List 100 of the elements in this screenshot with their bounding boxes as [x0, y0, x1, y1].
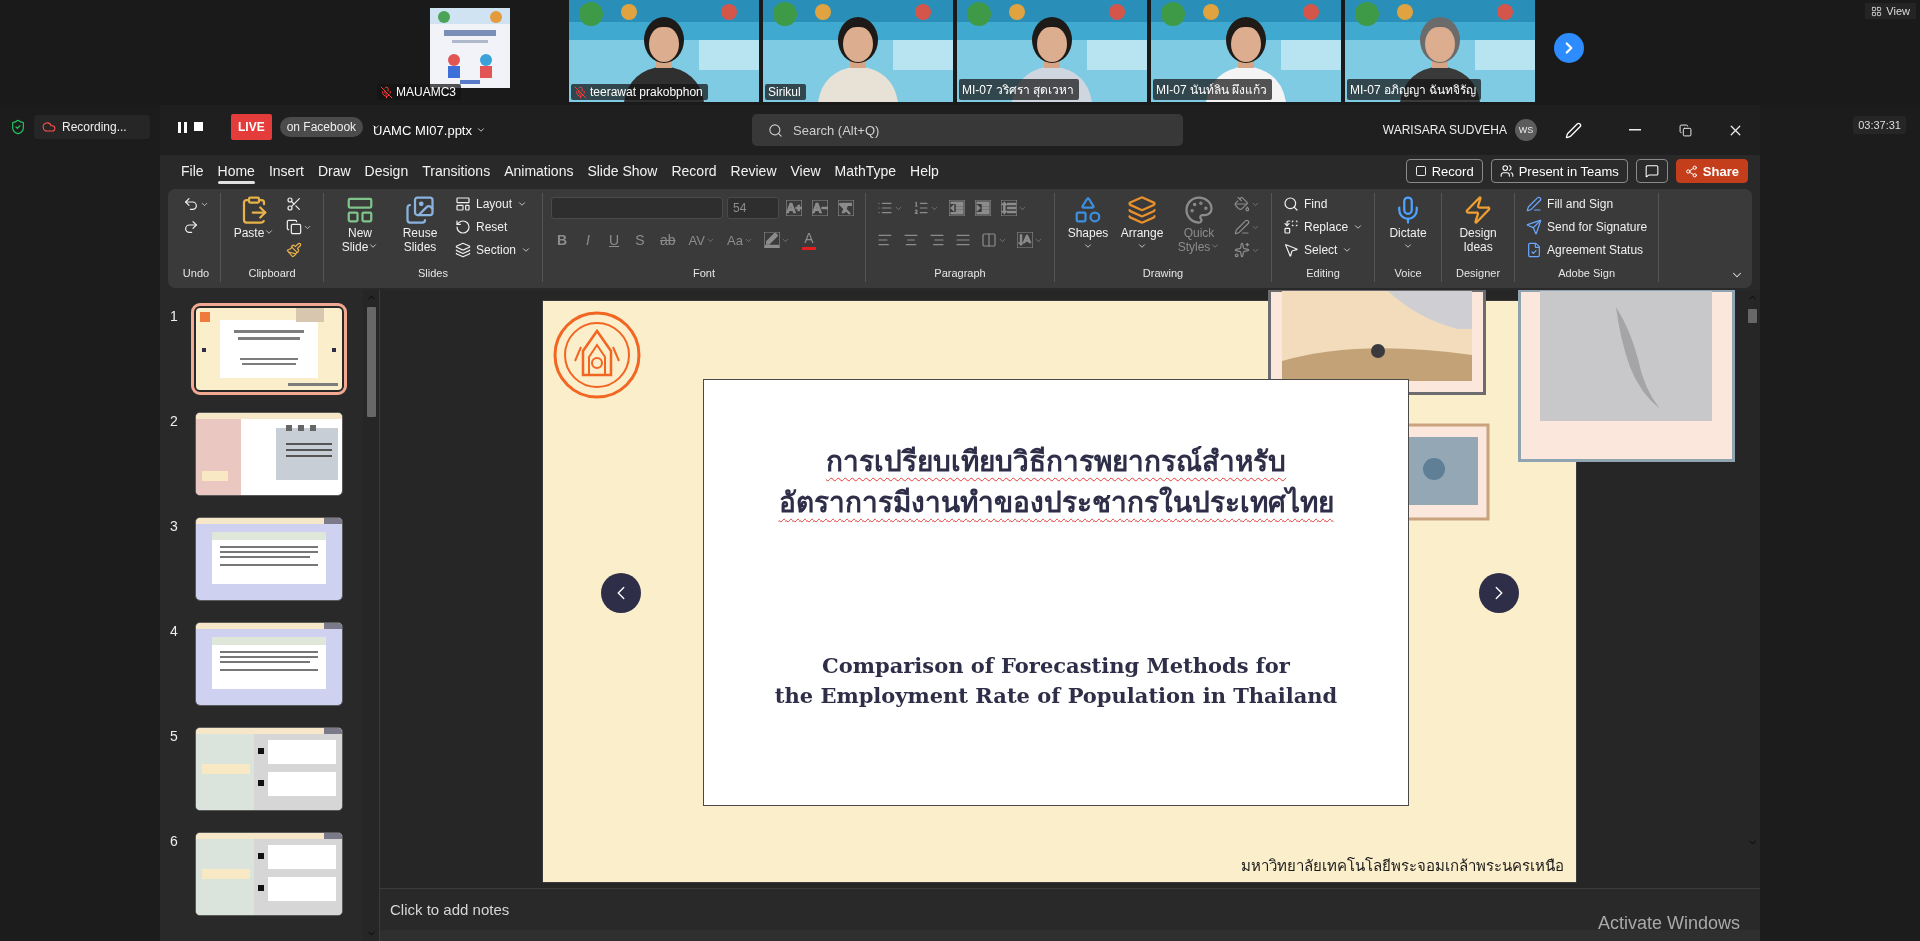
slide-thumbnail[interactable] — [196, 728, 342, 810]
text-direction-icon — [1017, 232, 1034, 248]
align-center-icon — [903, 232, 920, 248]
menu-tab[interactable]: File — [174, 157, 211, 185]
menu-tab[interactable]: Insert — [261, 157, 311, 185]
ribbon-button[interactable]: Fill and Sign — [1523, 193, 1651, 215]
record-button[interactable]: Record — [1405, 159, 1483, 183]
ribbon-button[interactable]: Dictate — [1383, 193, 1434, 257]
search-bar[interactable]: Search (Alt+Q) — [752, 114, 1183, 146]
participant-name: MAUAMC3 — [396, 85, 456, 99]
group-label: Undo — [181, 266, 211, 281]
align-right-icon — [929, 232, 946, 248]
ribbon-button[interactable]: Replace — [1280, 216, 1367, 238]
section-icon — [455, 242, 471, 258]
slide-thumbnail[interactable] — [196, 518, 342, 600]
ribbon-button[interactable]: Shapes — [1063, 193, 1114, 257]
quick-styles-icon — [1184, 195, 1215, 225]
record-icon — [1414, 165, 1427, 177]
previous-button[interactable] — [601, 573, 641, 613]
teams-icon — [1499, 164, 1514, 178]
slide-thumbnail[interactable] — [196, 623, 342, 705]
cloud-icon — [42, 120, 56, 134]
ribbon-button[interactable]: Send for Signature — [1523, 216, 1651, 238]
menu-tab[interactable]: Review — [723, 157, 784, 185]
view-button[interactable]: View — [1865, 3, 1916, 19]
scissors-icon — [286, 196, 302, 212]
group-label: Font — [692, 266, 717, 281]
menu-tab[interactable]: Slide Show — [580, 157, 665, 185]
menu-tab[interactable]: Home — [210, 157, 262, 185]
menu-tab[interactable]: Help — [903, 157, 946, 185]
user-name: WARISARA SUDVEHA — [1382, 123, 1507, 137]
group-label: Voice — [1393, 266, 1423, 281]
line-spacing-icon — [1001, 200, 1018, 216]
share-button[interactable]: Share — [1675, 159, 1748, 183]
minimize-icon — [1629, 129, 1641, 131]
slide-title: การเปรียบเทียบวิธีการพยากรณ์สำหรับ อัตราการมีงานทำของประชากรในประเทศไทย — [778, 445, 1334, 520]
file-name[interactable]: UAMC MI07.pptx — [373, 120, 486, 140]
copy-icon — [286, 219, 302, 235]
slide-thumbnail[interactable] — [196, 413, 342, 495]
group-label: Drawing — [1141, 266, 1185, 281]
slide-thumbnail[interactable] — [196, 833, 342, 915]
ribbon-button[interactable]: Arrange — [1117, 193, 1168, 257]
caret-icon — [521, 245, 532, 255]
participant-name: MI-07 นันท์ลิน ผึงแก้ว — [1156, 82, 1268, 99]
pointer-icon — [1283, 242, 1300, 258]
stop-icon — [194, 121, 203, 131]
menu-tab[interactable]: Draw — [310, 157, 358, 185]
menu-tab[interactable]: Animations — [497, 157, 581, 185]
ribbon-button[interactable]: New Slide — [332, 193, 388, 257]
search-field[interactable]: Search (Alt+Q) — [791, 121, 1091, 139]
slide-number: 5 — [170, 728, 179, 744]
next-button[interactable] — [1479, 573, 1519, 613]
search-icon — [768, 122, 783, 138]
slide-number: 3 — [170, 518, 179, 534]
comments-button[interactable] — [1635, 159, 1668, 183]
slide-number: 2 — [170, 413, 179, 429]
new-slide-icon — [345, 195, 375, 225]
ribbon-button[interactable]: Find — [1280, 193, 1367, 215]
group-label: Paragraph — [933, 266, 987, 281]
ribbon-button[interactable]: Reset — [452, 216, 535, 238]
muted-microphone-icon — [574, 85, 587, 99]
present-in-teams-button[interactable]: Present in Teams — [1490, 159, 1628, 183]
ribbon-button[interactable]: Agreement Status — [1523, 239, 1651, 261]
menu-tab[interactable]: View — [783, 157, 828, 185]
ribbon-button[interactable]: Select — [1280, 239, 1367, 261]
slide-footer: มหาวิทยาลัยเทคโนโลยีพระจอมเกล้าพระนครเหนือ — [1241, 854, 1564, 878]
menu-tab[interactable]: MathType — [827, 157, 904, 185]
send-icon — [1526, 219, 1543, 235]
effects-icon — [1234, 242, 1251, 258]
pause-button[interactable] — [178, 121, 188, 133]
university-emblem-icon — [553, 311, 641, 399]
justify-icon — [955, 232, 972, 248]
slide-number: 6 — [170, 833, 179, 849]
next-page-button[interactable] — [1554, 33, 1584, 63]
menu-tab[interactable]: Transitions — [415, 157, 498, 185]
slides-stack-icon — [405, 195, 435, 225]
menu-tab[interactable]: Design — [357, 157, 416, 185]
participant-name: MI-07 วริศรา สุดเวหา — [962, 82, 1075, 99]
activation-notice: Activate Windows — [1598, 913, 1741, 934]
ribbon-button[interactable]: Design Ideas — [1450, 193, 1507, 257]
group-label: Adobe Sign — [1557, 266, 1617, 281]
shrink-font-icon — [812, 200, 829, 216]
live-target: on Facebook — [279, 117, 364, 137]
notes-placeholder[interactable]: Click to add notes — [390, 901, 510, 918]
ribbon-button[interactable]: Paste — [229, 193, 279, 243]
paintbrush-icon — [286, 242, 302, 258]
participant-name: MI-07 อภิญญา ฉันทจิรัญ — [1350, 82, 1477, 99]
search-icon — [1283, 196, 1300, 212]
user-avatar[interactable]: WS — [1515, 119, 1537, 141]
share-icon — [1684, 164, 1698, 178]
ribbon-button[interactable]: Reuse Slides — [392, 193, 448, 257]
scroll-thumb[interactable] — [1747, 309, 1757, 323]
stop-button[interactable] — [194, 121, 203, 133]
ribbon-button[interactable]: Section — [452, 239, 535, 261]
pen-icon — [1565, 121, 1582, 139]
outline-pen-icon — [1234, 219, 1251, 235]
ribbon-button[interactable]: Layout — [452, 193, 535, 215]
grow-font-icon — [786, 200, 803, 216]
menu-tab[interactable]: Record — [664, 157, 724, 185]
scroll-thumb[interactable] — [366, 307, 376, 417]
